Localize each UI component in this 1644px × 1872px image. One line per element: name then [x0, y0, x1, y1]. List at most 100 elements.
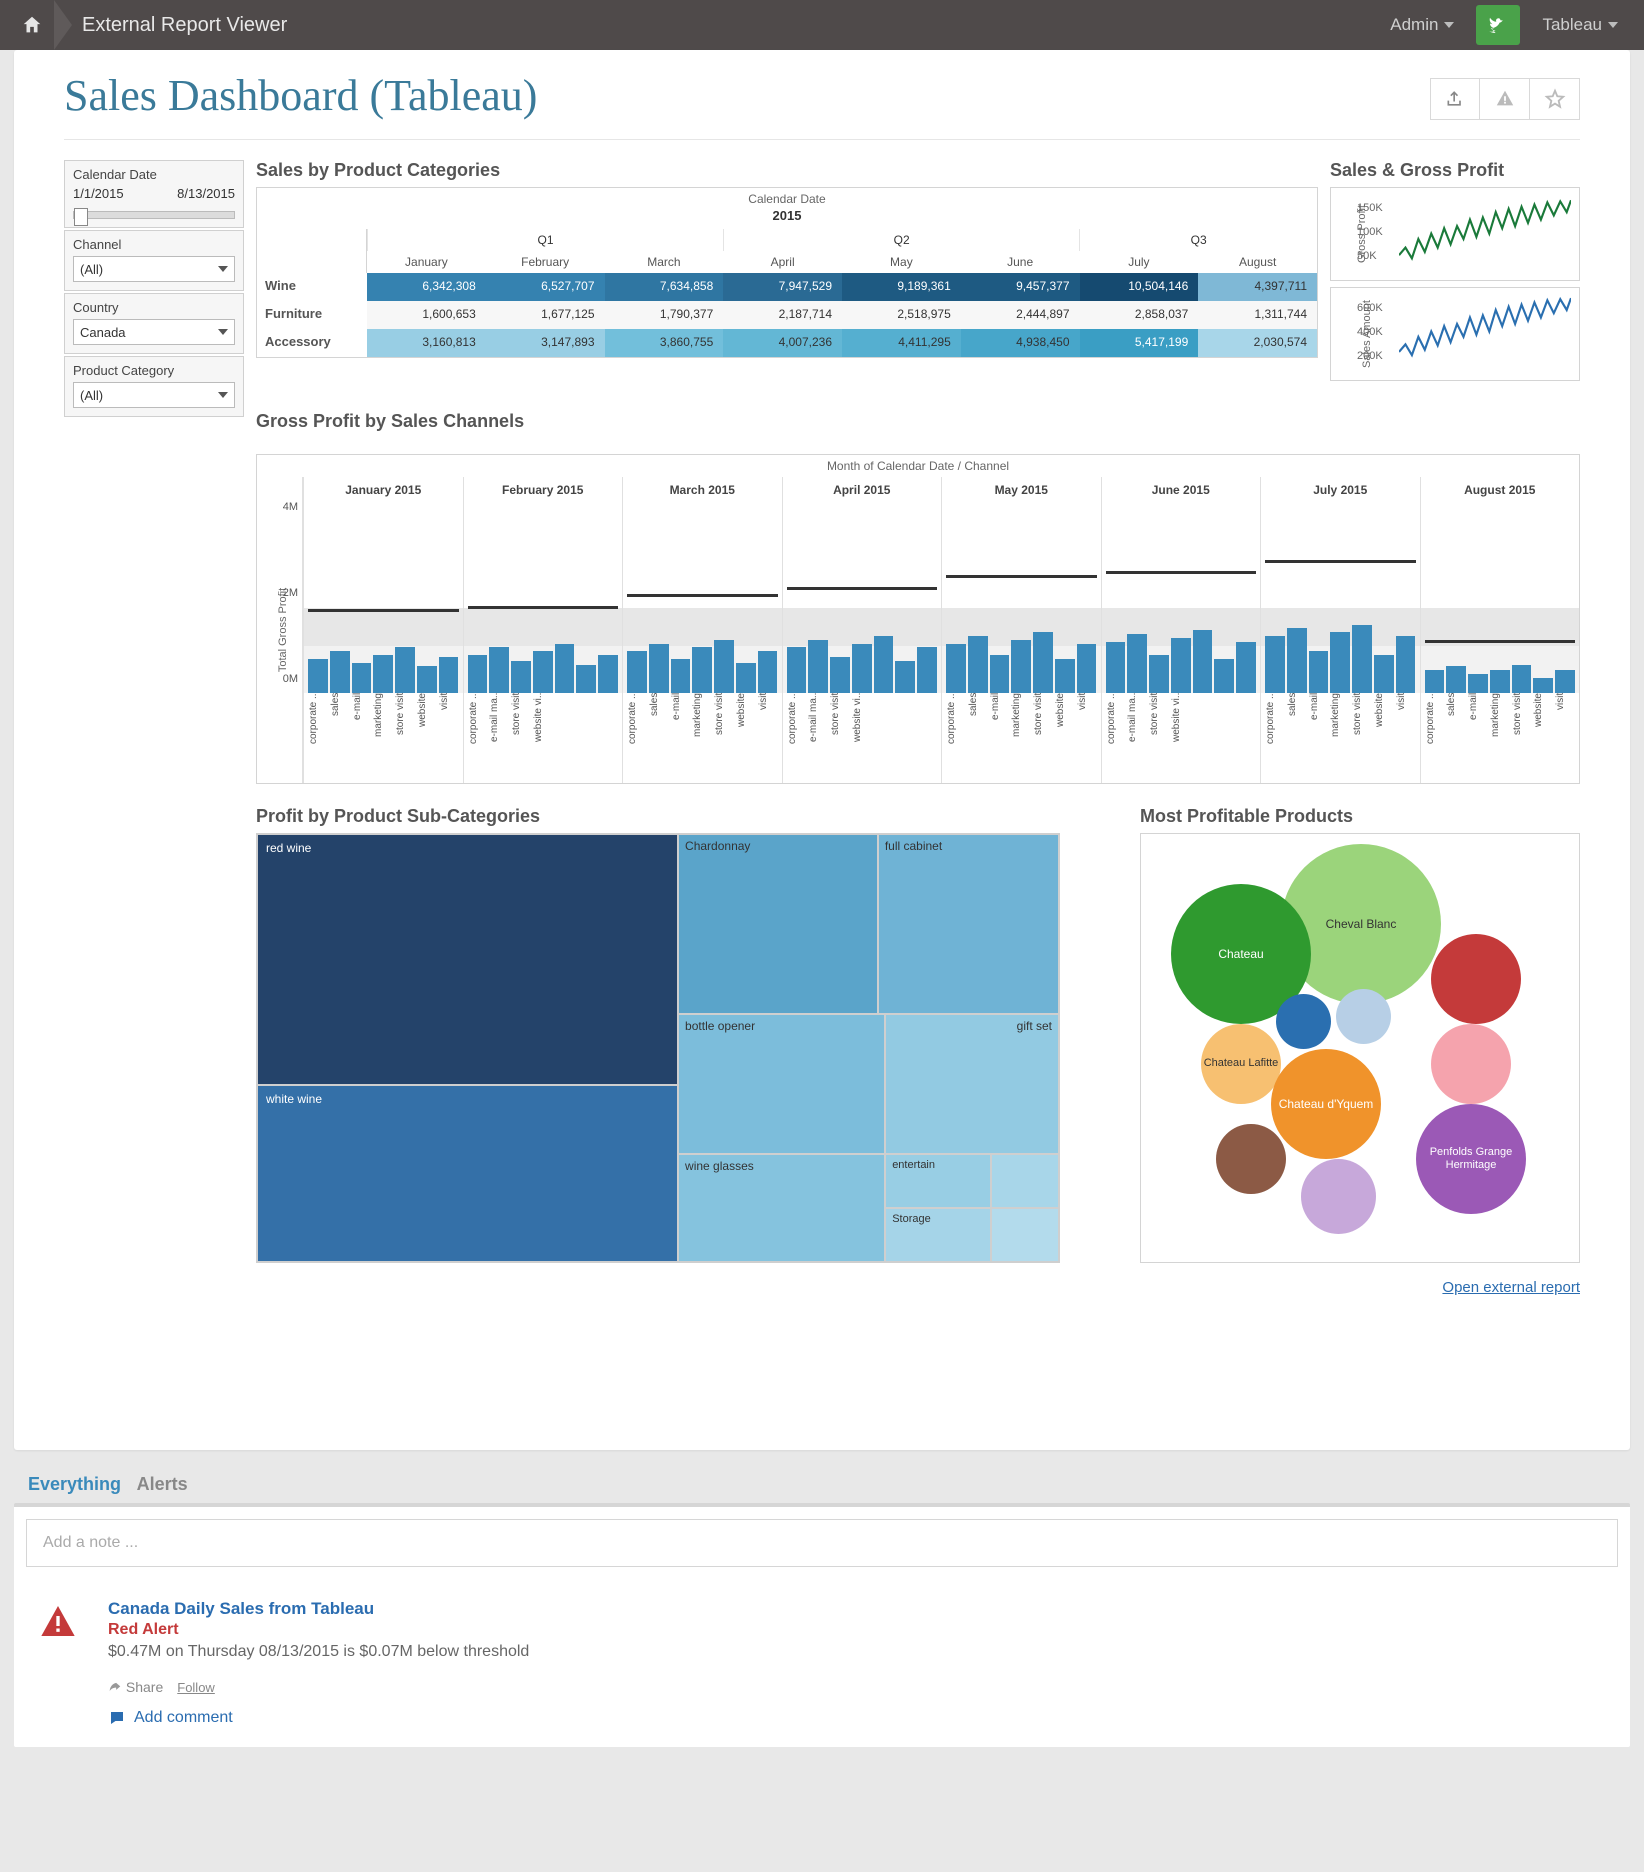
- m-may: May: [842, 251, 961, 273]
- tm-cabinet[interactable]: full cabinet: [877, 835, 1058, 1015]
- cell[interactable]: 3,860,755: [605, 329, 724, 357]
- bubble-pink[interactable]: [1431, 1024, 1511, 1104]
- bubble-yquem[interactable]: Chateau d'Yquem: [1271, 1049, 1381, 1159]
- chevron-down-icon: [1444, 22, 1454, 28]
- cell[interactable]: 4,938,450: [961, 329, 1080, 357]
- notes-panel: Add a note ... Canada Daily Sales from T…: [14, 1503, 1630, 1747]
- favorite-button[interactable]: [1530, 78, 1580, 120]
- gp-section-title: Gross Profit by Sales Channels: [256, 411, 1580, 432]
- cell[interactable]: 4,411,295: [842, 329, 961, 357]
- cell[interactable]: 4,397,711: [1198, 273, 1317, 301]
- tm-chardonnay[interactable]: Chardonnay: [677, 835, 877, 1015]
- filter-date-end: 8/13/2015: [177, 186, 235, 201]
- cell[interactable]: 5,417,199: [1080, 329, 1199, 357]
- star-icon: [1544, 88, 1566, 110]
- tm-storage[interactable]: Storage: [884, 1209, 990, 1261]
- filter-channel: Channel (All): [64, 230, 244, 291]
- add-comment[interactable]: Add comment: [108, 1709, 1606, 1727]
- note-title[interactable]: Canada Daily Sales from Tableau: [108, 1599, 1606, 1619]
- alert-button[interactable]: [1480, 78, 1530, 120]
- spark-gross-profit[interactable]: Gross Profit 150K 100K 50K: [1330, 187, 1580, 281]
- filter-category: Product Category (All): [64, 356, 244, 417]
- cell[interactable]: 1,677,125: [486, 301, 605, 329]
- tm-gift[interactable]: gift set: [884, 1015, 1058, 1154]
- tab-everything[interactable]: Everything: [28, 1470, 133, 1503]
- tm-white-wine[interactable]: white wine: [258, 1086, 677, 1261]
- m-jan: January: [367, 251, 486, 273]
- category-value: (All): [80, 388, 103, 403]
- filter-country: Country Canada: [64, 293, 244, 354]
- tableau-menu[interactable]: Tableau: [1526, 0, 1634, 50]
- gp-chart[interactable]: Month of Calendar Date / Channel Total G…: [256, 454, 1580, 784]
- comment-icon: [108, 1709, 126, 1727]
- cell[interactable]: 2,858,037: [1080, 301, 1199, 329]
- cell[interactable]: 1,600,653: [367, 301, 486, 329]
- filter-country-label: Country: [73, 300, 235, 315]
- sa-spark-svg: [1399, 296, 1571, 371]
- cell[interactable]: 7,947,529: [723, 273, 842, 301]
- home-button[interactable]: [10, 0, 54, 50]
- cell[interactable]: 2,030,574: [1198, 329, 1317, 357]
- chevron-down-icon: [1608, 22, 1618, 28]
- date-slider[interactable]: [73, 211, 235, 219]
- admin-label: Admin: [1390, 15, 1438, 35]
- bubble-lightblue[interactable]: [1336, 989, 1391, 1044]
- gp-spark-svg: [1399, 196, 1571, 271]
- bubble-chart[interactable]: Cheval Blanc Chateau Chateau Lafitte Cha…: [1140, 833, 1580, 1263]
- cell[interactable]: 1,311,744: [1198, 301, 1317, 329]
- spark-sales-amount[interactable]: Sales Amount 600K 400K 200K: [1330, 287, 1580, 381]
- bubble-lafitte[interactable]: Chateau Lafitte: [1201, 1024, 1281, 1104]
- m-mar: March: [605, 251, 724, 273]
- tm-red-wine[interactable]: red wine: [258, 835, 677, 1086]
- country-select[interactable]: Canada: [73, 319, 235, 345]
- tm-small-2[interactable]: [990, 1209, 1058, 1261]
- tm-entertain[interactable]: entertain: [884, 1155, 990, 1209]
- row-accessory-label: Accessory: [257, 329, 367, 357]
- tick: 100K: [1357, 220, 1383, 244]
- add-comment-label: Add comment: [134, 1709, 233, 1727]
- channel-select[interactable]: (All): [73, 256, 235, 282]
- share-button[interactable]: [1430, 78, 1480, 120]
- cell[interactable]: 9,457,377: [961, 273, 1080, 301]
- bird-indicator[interactable]: [1470, 0, 1526, 50]
- tm-glasses[interactable]: wine glasses: [677, 1155, 884, 1262]
- cell[interactable]: 3,147,893: [486, 329, 605, 357]
- cell[interactable]: 7,634,858: [605, 273, 724, 301]
- tab-alerts[interactable]: Alerts: [137, 1470, 200, 1503]
- m-apr: April: [723, 251, 842, 273]
- sales-by-category-title: Sales by Product Categories: [256, 160, 1318, 181]
- cell[interactable]: 4,007,236: [723, 329, 842, 357]
- bubble-penfolds[interactable]: Penfolds Grange Hermitage: [1416, 1104, 1526, 1214]
- chevron-down-icon: [218, 266, 228, 272]
- cell[interactable]: 2,187,714: [723, 301, 842, 329]
- cell[interactable]: 2,444,897: [961, 301, 1080, 329]
- cell[interactable]: 9,189,361: [842, 273, 961, 301]
- filter-date-start: 1/1/2015: [73, 186, 124, 201]
- category-select[interactable]: (All): [73, 382, 235, 408]
- bubble-blue-small[interactable]: [1276, 994, 1331, 1049]
- stream-tabs: Everything Alerts: [14, 1464, 1630, 1503]
- note-follow[interactable]: Follow: [177, 1680, 215, 1695]
- cell[interactable]: 10,504,146: [1080, 273, 1199, 301]
- sales-year: 2015: [257, 206, 1317, 229]
- admin-menu[interactable]: Admin: [1374, 0, 1470, 50]
- cell[interactable]: 2,518,975: [842, 301, 961, 329]
- bubble-red[interactable]: [1431, 934, 1521, 1024]
- treemap-title: Profit by Product Sub-Categories: [256, 806, 1060, 827]
- page-title: Sales Dashboard (Tableau): [64, 70, 537, 121]
- bubble-title: Most Profitable Products: [1140, 806, 1580, 827]
- breadcrumb-title: External Report Viewer: [72, 14, 287, 37]
- bubble-lavender[interactable]: [1301, 1159, 1376, 1234]
- note-share[interactable]: Share: [108, 1679, 163, 1695]
- tm-small-1[interactable]: [990, 1155, 1058, 1209]
- cell[interactable]: 6,527,707: [486, 273, 605, 301]
- cell[interactable]: 6,342,308: [367, 273, 486, 301]
- cell[interactable]: 3,160,813: [367, 329, 486, 357]
- treemap[interactable]: red wine white wine Chardonnay full cabi…: [256, 833, 1060, 1263]
- add-note-input[interactable]: Add a note ...: [26, 1519, 1618, 1567]
- cell[interactable]: 1,790,377: [605, 301, 724, 329]
- m-jul: July: [1080, 251, 1199, 273]
- bubble-brown[interactable]: [1216, 1124, 1286, 1194]
- open-report-link[interactable]: Open external report: [1442, 1279, 1580, 1296]
- tm-bottle[interactable]: bottle opener: [677, 1015, 884, 1154]
